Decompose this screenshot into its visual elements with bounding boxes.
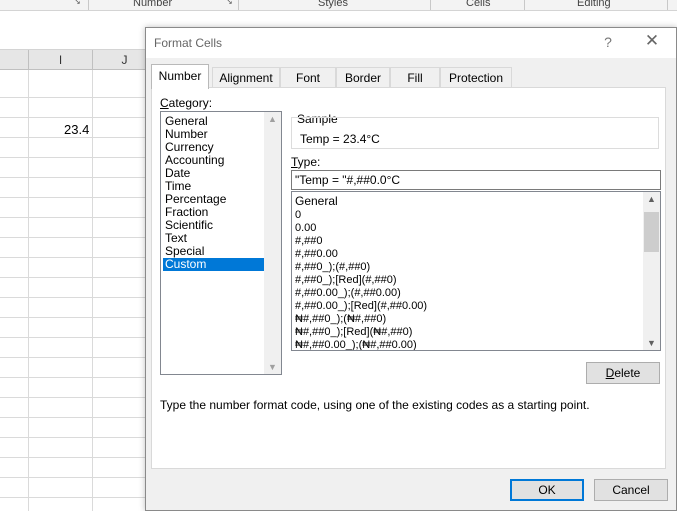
scroll-down-icon[interactable]: ▼: [643, 338, 660, 348]
grid-line: [0, 457, 150, 458]
grid-line: [0, 277, 150, 278]
ribbon-separator: [667, 0, 668, 10]
ribbon-group-editing: Editing: [577, 0, 611, 9]
category-custom[interactable]: Custom: [163, 258, 264, 271]
format-code-item[interactable]: #,##0_);(#,##0): [295, 260, 370, 274]
category-scrollbar[interactable]: ▲ ▼: [264, 112, 281, 374]
category-label: Category:: [160, 96, 212, 110]
ribbon-separator: [238, 0, 239, 10]
ribbon-separator: [88, 0, 89, 10]
grid-line: [0, 377, 150, 378]
dialog-title: Format Cells: [154, 36, 223, 50]
grid-line: [0, 357, 150, 358]
scroll-up-icon[interactable]: ▲: [264, 114, 281, 124]
grid-line: [0, 157, 150, 158]
grid-line: [0, 197, 150, 198]
format-code-item[interactable]: #,##0: [295, 234, 323, 248]
tab-font[interactable]: Font: [280, 67, 336, 87]
grid-line: [0, 477, 150, 478]
type-label: Type:: [291, 155, 320, 169]
format-code-item[interactable]: General: [295, 194, 338, 208]
grid-line: [0, 177, 150, 178]
tab-fill[interactable]: Fill: [390, 67, 440, 87]
ribbon-separator: [524, 0, 525, 10]
column-header-i[interactable]: I: [29, 50, 93, 70]
column-header-blank[interactable]: [0, 50, 29, 70]
ribbon-separator: [430, 0, 431, 10]
scrollbar-thumb[interactable]: [644, 212, 659, 252]
grid-line: [0, 397, 150, 398]
format-code-item[interactable]: #,##0.00_);(#,##0.00): [295, 286, 401, 300]
grid-line: [0, 497, 150, 498]
grid-line: [0, 317, 150, 318]
format-code-item[interactable]: #,##0.00_);[Red](#,##0.00): [295, 299, 427, 313]
grid-line: [0, 337, 150, 338]
delete-button[interactable]: Delete: [586, 362, 660, 384]
format-code-item[interactable]: 0: [295, 208, 301, 222]
ribbon-group-number: Number: [133, 0, 173, 9]
format-hint-text: Type the number format code, using one o…: [160, 398, 590, 412]
grid-line: [0, 217, 150, 218]
scroll-up-icon[interactable]: ▲: [643, 194, 660, 204]
sample-value: Temp = 23.4°C: [300, 132, 380, 146]
ribbon-group-cells: Cells: [466, 0, 491, 9]
type-label-accesskey: T: [291, 155, 298, 169]
grid-line: [0, 297, 150, 298]
category-label-rest: ategory:: [168, 96, 213, 110]
format-cells-dialog: Format Cells ? ✕ Number Alignment Font B…: [145, 27, 677, 511]
tab-alignment[interactable]: Alignment: [212, 67, 280, 87]
format-code-listbox[interactable]: General 0 0.00 #,##0 #,##0.00 #,##0_);(#…: [291, 191, 661, 351]
grid-line: [0, 437, 150, 438]
help-icon[interactable]: ?: [601, 34, 615, 50]
grid-line: [0, 97, 150, 98]
delete-accesskey: D: [605, 366, 615, 380]
type-input[interactable]: [291, 170, 661, 190]
delete-label-rest: elete: [614, 366, 641, 380]
tab-number[interactable]: Number: [151, 64, 209, 89]
format-code-item[interactable]: 0.00: [295, 221, 316, 235]
format-code-scrollbar[interactable]: ▲ ▼: [643, 192, 660, 350]
category-label-accesskey: C: [160, 96, 169, 110]
ribbon-group-styles: Styles: [318, 0, 348, 9]
type-label-rest: ype:: [297, 155, 321, 169]
grid-line: [0, 237, 150, 238]
dialog-launcher-icon[interactable]: ↘: [74, 0, 81, 6]
category-listbox[interactable]: General Number Currency Accounting Date …: [160, 111, 282, 375]
cell-i-value[interactable]: 23.4: [64, 122, 89, 137]
tab-border[interactable]: Border: [336, 67, 390, 87]
grid-line: [0, 417, 150, 418]
tab-protection[interactable]: Protection: [440, 67, 512, 87]
grid-line: [0, 257, 150, 258]
format-code-item[interactable]: #,##0.00: [295, 247, 338, 261]
dialog-titlebar: Format Cells ? ✕: [146, 28, 676, 58]
ribbon-group-labels: ↘ Number ↘ Styles Cells Editing: [0, 0, 677, 11]
format-code-item[interactable]: ₦#,##0_);[Red](₦#,##0): [295, 325, 412, 339]
format-code-item[interactable]: #,##0_);[Red](#,##0): [295, 273, 397, 287]
grid-line: [0, 117, 150, 118]
ok-button[interactable]: OK: [510, 479, 584, 501]
format-code-item[interactable]: ₦#,##0.00_);(₦#,##0.00): [295, 338, 417, 350]
grid-line: [0, 137, 150, 138]
format-code-item[interactable]: ₦#,##0_);(₦#,##0): [295, 312, 386, 326]
scroll-down-icon[interactable]: ▼: [264, 362, 281, 372]
cancel-button[interactable]: Cancel: [594, 479, 668, 501]
number-launcher-icon[interactable]: ↘: [226, 0, 233, 6]
close-icon[interactable]: ✕: [644, 31, 660, 51]
